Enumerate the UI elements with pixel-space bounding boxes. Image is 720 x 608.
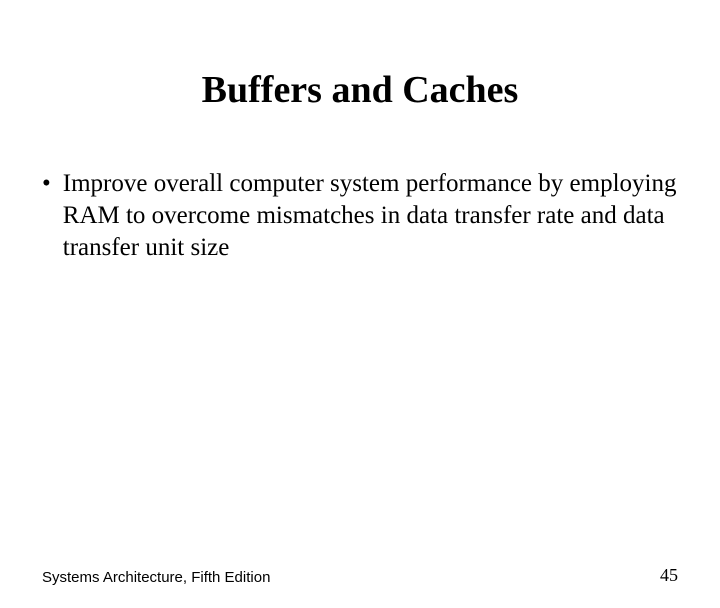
slide-title: Buffers and Caches — [0, 68, 720, 112]
slide-footer: Systems Architecture, Fifth Edition 45 — [42, 565, 678, 586]
footer-page-number: 45 — [660, 565, 678, 586]
slide: Buffers and Caches • Improve overall com… — [0, 68, 720, 608]
bullet-marker: • — [42, 168, 51, 200]
slide-content: • Improve overall computer system perfor… — [0, 168, 720, 264]
bullet-item: • Improve overall computer system perfor… — [42, 168, 680, 264]
bullet-text: Improve overall computer system performa… — [63, 168, 680, 264]
footer-source: Systems Architecture, Fifth Edition — [42, 569, 270, 586]
